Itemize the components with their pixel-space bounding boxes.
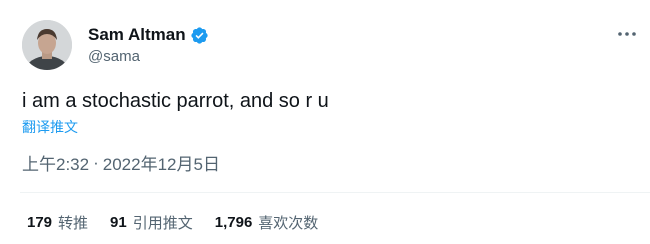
retweets-label: 转推 — [58, 215, 89, 232]
quote-tweets-label: 引用推文 — [132, 215, 193, 232]
likes-count: 1,796 — [214, 214, 253, 231]
tweet-text: i am a stochastic parrot, and so r u — [22, 90, 329, 112]
quote-tweets-stat[interactable]: 91 引用推文 — [110, 212, 193, 233]
tweet-card: Sam Altman @sama i am a stochastic parro… — [0, 0, 650, 244]
author-name-row: Sam Altman — [88, 24, 209, 46]
tweet-timestamp: 上午2:32 · 2022年12月5日 — [22, 150, 220, 175]
verified-badge-icon — [190, 26, 209, 45]
likes-stat[interactable]: 1,796 喜欢次数 — [215, 212, 319, 233]
avatar[interactable] — [22, 20, 72, 70]
more-horizontal-icon — [618, 32, 636, 36]
more-options-button[interactable] — [612, 24, 642, 44]
author-handle[interactable]: @sama — [88, 48, 140, 65]
retweets-stat[interactable]: 179 转推 — [27, 212, 88, 233]
tweet-stats: 179 转推 91 引用推文 1,796 喜欢次数 — [27, 212, 340, 233]
divider — [20, 192, 650, 193]
timestamp-separator: · — [93, 152, 99, 172]
tweet-time[interactable]: 上午2:32 — [22, 150, 89, 175]
translate-tweet-link[interactable]: 翻译推文 — [22, 117, 78, 137]
quote-tweets-count: 91 — [110, 214, 127, 231]
retweets-count: 179 — [27, 214, 53, 231]
likes-label: 喜欢次数 — [258, 215, 319, 232]
tweet-date[interactable]: 2022年12月5日 — [103, 150, 220, 175]
display-name[interactable]: Sam Altman — [88, 25, 186, 45]
